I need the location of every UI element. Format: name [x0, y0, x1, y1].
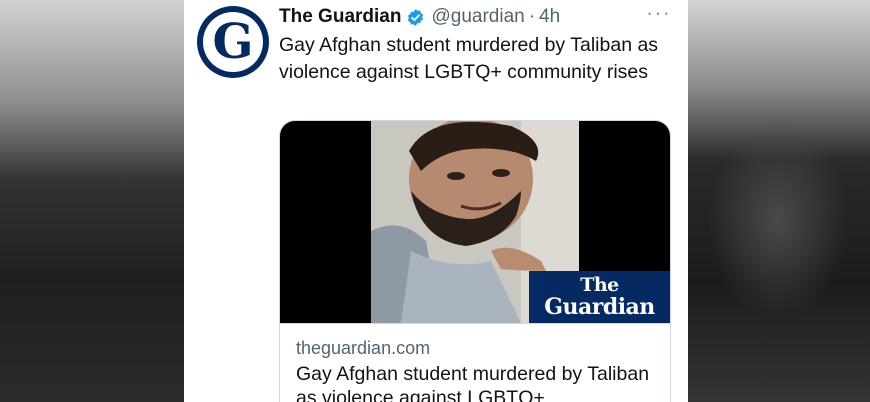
- handle[interactable]: @guardian: [431, 6, 524, 28]
- tweet-text: Gay Afghan student murdered by Taliban a…: [279, 34, 659, 83]
- display-name[interactable]: The Guardian: [279, 6, 401, 28]
- guardian-g-logo: G: [203, 12, 263, 72]
- timestamp[interactable]: 4h: [539, 6, 560, 28]
- card-meta[interactable]: theguardian.com Gay Afghan student murde…: [280, 323, 670, 402]
- guardian-logo: The Guardian: [529, 271, 670, 323]
- card-domain: theguardian.com: [296, 338, 431, 358]
- logo-the-text: The: [580, 274, 619, 296]
- tweet-header: The Guardian @guardian · 4h: [279, 6, 560, 28]
- more-icon[interactable]: ···: [646, 2, 671, 24]
- avatar[interactable]: G: [197, 6, 269, 78]
- card-title: Gay Afghan student murdered by Taliban a…: [296, 363, 650, 402]
- background-blur-left: [0, 0, 184, 402]
- tweet[interactable]: G The Guardian @guardian · 4h ··· Gay Af…: [184, 0, 688, 402]
- verified-badge-icon: [408, 8, 424, 26]
- link-card[interactable]: The Guardian theguardian.com Gay Afghan …: [279, 120, 671, 402]
- logo-guardian-text: Guardian: [544, 294, 655, 320]
- background-blur-right: [688, 0, 870, 402]
- card-media[interactable]: The Guardian: [280, 121, 670, 323]
- separator: ·: [528, 6, 536, 27]
